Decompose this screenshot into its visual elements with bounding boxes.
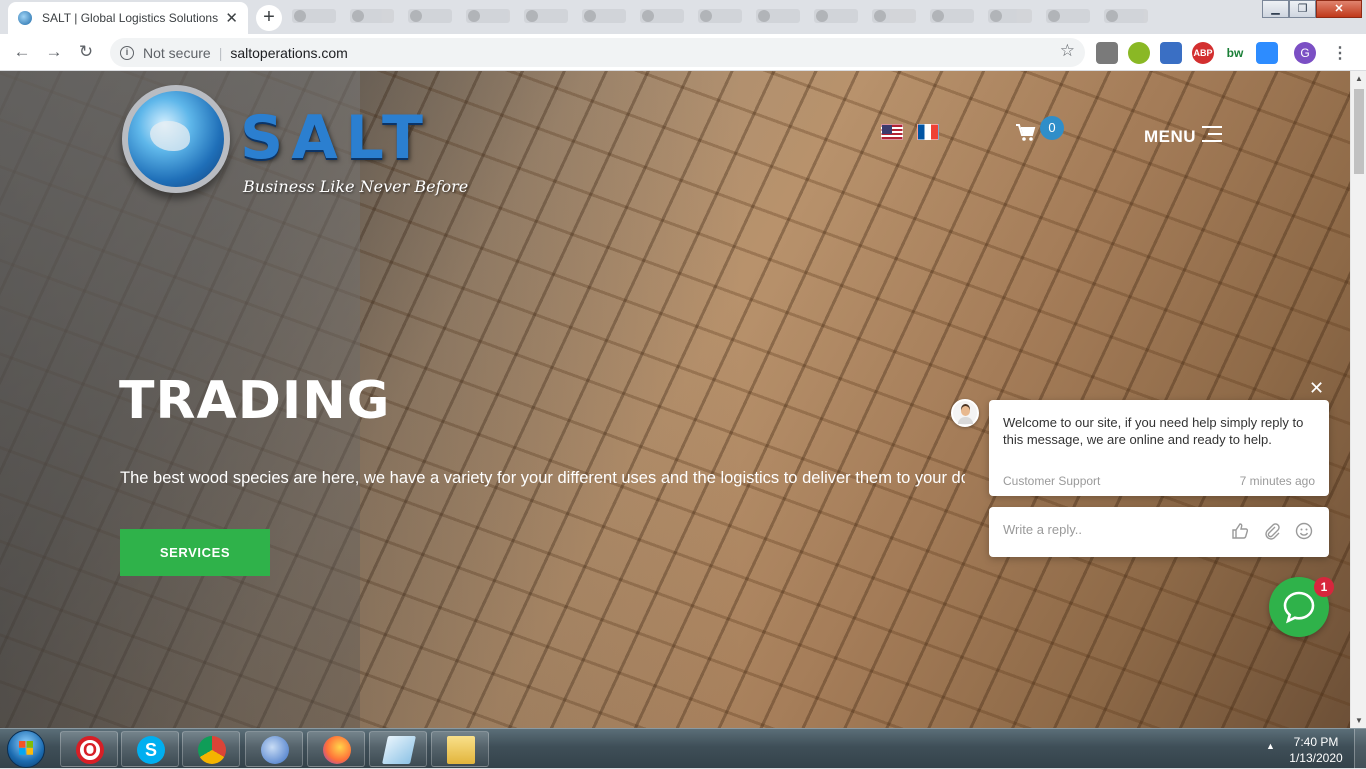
chat-message-meta: Customer Support 7 minutes ago — [1003, 474, 1315, 488]
background-tab[interactable] — [408, 9, 452, 23]
download-extension-icon[interactable] — [1160, 42, 1182, 64]
background-tab[interactable] — [466, 9, 510, 23]
background-tab[interactable] — [292, 9, 336, 23]
background-tabs — [292, 9, 1148, 23]
zoom-extension-icon[interactable] — [1256, 42, 1278, 64]
chat-bubble-icon — [1283, 591, 1315, 624]
background-tab[interactable] — [524, 9, 568, 23]
chat-message-bubble[interactable]: Welcome to our site, if you need help si… — [989, 400, 1329, 496]
emoji-icon[interactable] — [1295, 522, 1313, 545]
clock-time: 7:40 PM — [1293, 735, 1339, 749]
notepad-taskbar-icon[interactable] — [369, 731, 427, 767]
background-tab[interactable] — [814, 9, 858, 23]
logo-tagline: Business Like Never Before — [243, 177, 469, 196]
info-icon[interactable]: i — [120, 45, 134, 60]
background-tab[interactable] — [988, 9, 1032, 23]
explorer-taskbar-icon[interactable] — [431, 731, 489, 767]
globe-logo-icon — [122, 85, 230, 193]
tab-title: SALT | Global Logistics Solutions — [42, 11, 219, 25]
forward-arrow-icon[interactable]: → — [42, 41, 66, 65]
chat-message-text: Welcome to our site, if you need help si… — [1003, 415, 1304, 447]
chat-close-icon[interactable]: ✕ — [1309, 378, 1324, 399]
browser-tab-active[interactable]: SALT | Global Logistics Solutions ✕ — [8, 2, 248, 34]
show-desktop-button[interactable] — [1354, 729, 1366, 769]
scroll-up-icon[interactable]: ▲ — [1355, 74, 1363, 83]
background-tab[interactable] — [1104, 9, 1148, 23]
hero-title: TRADING — [119, 371, 391, 431]
background-tab[interactable] — [582, 9, 626, 23]
browser-menu-icon[interactable]: ⋮ — [1332, 43, 1348, 63]
system-clock[interactable]: 7:40 PM 1/13/2020 — [1284, 734, 1348, 766]
chat-timestamp: 7 minutes ago — [1239, 474, 1315, 488]
scroll-thumb[interactable] — [1354, 89, 1364, 174]
site-logo[interactable]: SALT Business Like Never Before — [118, 79, 468, 209]
services-button[interactable]: SERVICES — [120, 529, 270, 576]
site-favicon-icon — [18, 11, 32, 25]
background-tab[interactable] — [872, 9, 916, 23]
new-tab-button[interactable]: + — [256, 5, 282, 31]
thunderbird-taskbar-icon[interactable] — [245, 731, 303, 767]
background-tab[interactable] — [698, 9, 742, 23]
cart-count-badge[interactable]: 0 — [1040, 116, 1064, 140]
windows-taskbar: O S ▲ 7:40 PM 1/13/2020 — [0, 728, 1366, 769]
opera-taskbar-icon[interactable]: O — [60, 731, 118, 767]
attachment-icon[interactable] — [1263, 522, 1281, 545]
shopping-cart-icon[interactable] — [1016, 124, 1036, 148]
bw-extension-icon[interactable]: bw — [1224, 42, 1246, 64]
minimize-icon[interactable]: ▁ — [1262, 0, 1289, 18]
support-agent-avatar — [951, 399, 979, 427]
green-extension-icon[interactable] — [1128, 42, 1150, 64]
background-tab[interactable] — [350, 9, 394, 23]
chat-reply-input[interactable] — [1003, 522, 1223, 537]
start-button[interactable] — [7, 730, 45, 768]
adblock-plus-icon[interactable]: ABP — [1192, 42, 1214, 64]
skype-taskbar-icon[interactable]: S — [121, 731, 179, 767]
tab-close-icon[interactable]: ✕ — [225, 9, 238, 27]
maximize-icon[interactable]: ❐ — [1289, 0, 1316, 18]
chat-sender: Customer Support — [1003, 474, 1101, 488]
tray-expand-icon[interactable]: ▲ — [1266, 741, 1275, 751]
browser-toolbar: ← → ↻ i Not secure | saltoperations.com … — [0, 34, 1366, 71]
background-tab[interactable] — [930, 9, 974, 23]
thumbs-up-icon[interactable] — [1231, 522, 1249, 545]
security-status[interactable]: Not secure — [143, 45, 211, 61]
hamburger-menu-icon[interactable] — [1202, 125, 1222, 143]
menu-button[interactable]: MENU — [1144, 127, 1196, 147]
logo-brand-text: SALT — [240, 103, 431, 173]
chat-unread-badge: 1 — [1314, 577, 1334, 597]
window-controls: ▁ ❐ ✕ — [1262, 0, 1362, 18]
profile-avatar[interactable]: G — [1294, 42, 1316, 64]
background-tab[interactable] — [1046, 9, 1090, 23]
extensions-row: ABP bw G ⋮ — [1096, 42, 1348, 64]
chat-reply-box — [989, 507, 1329, 557]
reload-icon[interactable]: ↻ — [74, 41, 98, 65]
back-arrow-icon[interactable]: ← — [10, 41, 34, 65]
chrome-taskbar-icon[interactable] — [182, 731, 240, 767]
scroll-down-icon[interactable]: ▼ — [1355, 716, 1363, 725]
url-text[interactable]: saltoperations.com — [230, 45, 348, 61]
browser-tab-strip: SALT | Global Logistics Solutions ✕ + ▁ … — [0, 0, 1366, 34]
us-flag-icon[interactable] — [881, 124, 903, 140]
hero-subtitle: The best wood species are here, we have … — [120, 469, 965, 487]
bookmark-star-icon[interactable]: ☆ — [1060, 41, 1075, 61]
firefox-taskbar-icon[interactable] — [307, 731, 365, 767]
address-separator: | — [218, 44, 223, 61]
background-tab[interactable] — [756, 9, 800, 23]
page-scrollbar[interactable]: ▲ ▼ — [1350, 71, 1366, 728]
window-close-icon[interactable]: ✕ — [1316, 0, 1362, 18]
background-tab[interactable] — [640, 9, 684, 23]
address-bar[interactable]: i Not secure | saltoperations.com ☆ — [110, 38, 1085, 67]
clock-date: 1/13/2020 — [1289, 751, 1343, 765]
camera-extension-icon[interactable] — [1096, 42, 1118, 64]
france-flag-icon[interactable] — [917, 124, 939, 140]
